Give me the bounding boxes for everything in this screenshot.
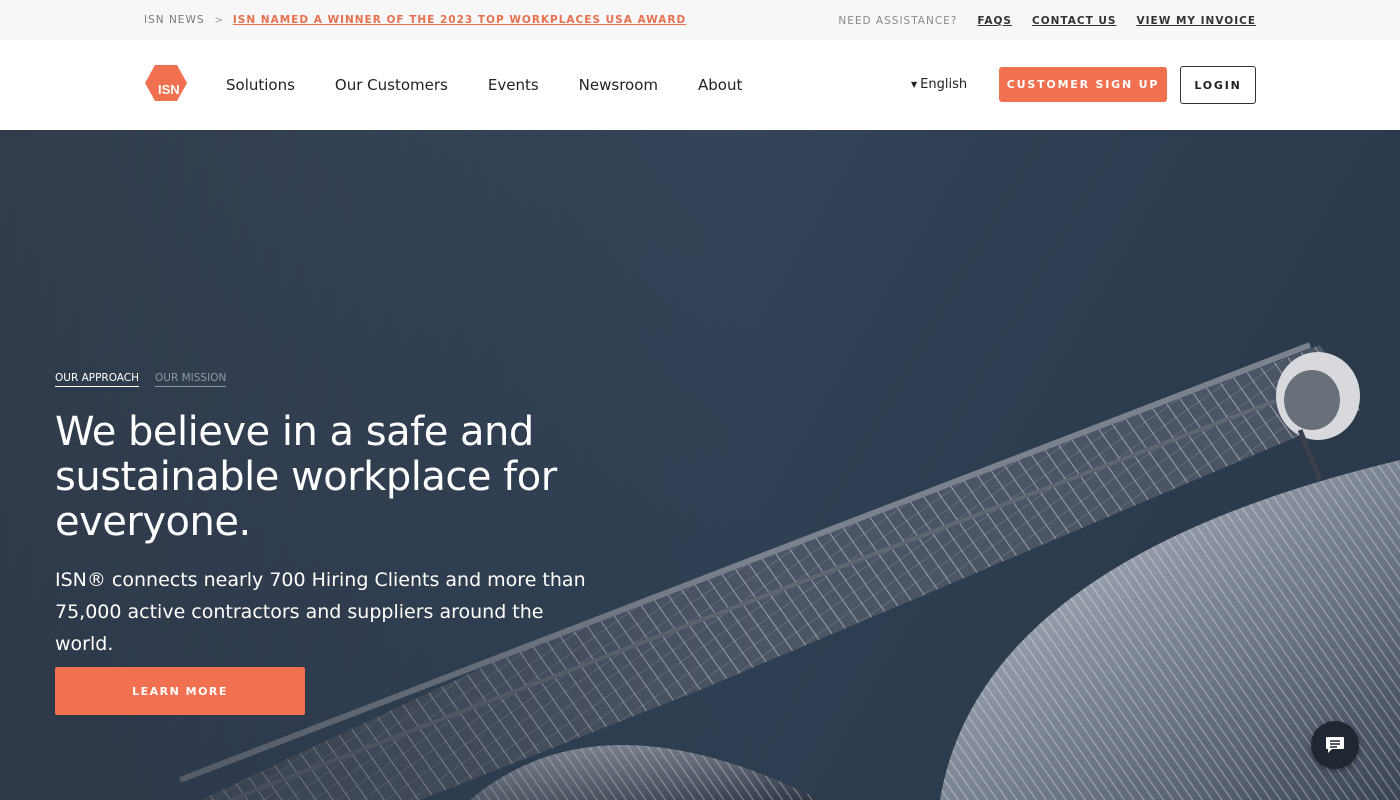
main-nav: ISN Solutions Our Customers Events Newsr… [0, 40, 1400, 130]
nav-item-events[interactable]: Events [488, 76, 539, 94]
chat-launcher-button[interactable] [1311, 721, 1359, 769]
nav-item-about[interactable]: About [698, 76, 742, 94]
news-headline-link[interactable]: ISN NAMED A WINNER OF THE 2023 TOP WORKP… [233, 14, 686, 26]
isn-logo[interactable]: ISN [144, 64, 188, 102]
tab-our-mission[interactable]: OUR MISSION [155, 372, 227, 387]
nav-item-newsroom[interactable]: Newsroom [579, 76, 658, 94]
hero-title: We believe in a safe and sustainable wor… [55, 409, 557, 545]
news-ticker: ISN NEWS > ISN NAMED A WINNER OF THE 202… [144, 14, 686, 26]
need-assistance-label: NEED ASSISTANCE? [838, 15, 958, 27]
news-label: ISN NEWS [144, 14, 205, 26]
tab-our-approach[interactable]: OUR APPROACH [55, 372, 140, 387]
isn-hexagon-logo-icon: ISN [145, 65, 187, 101]
primary-nav-links: Solutions Our Customers Events Newsroom … [226, 76, 742, 94]
utility-links: NEED ASSISTANCE? FAQS CONTACT US VIEW MY… [838, 15, 1256, 27]
hero-subtitle: ISN® connects nearly 700 Hiring Clients … [55, 569, 586, 655]
chat-bubble-icon [1326, 737, 1344, 753]
customer-sign-up-button[interactable]: CUSTOMER SIGN UP [999, 67, 1167, 102]
nav-item-solutions[interactable]: Solutions [226, 76, 295, 94]
logo-text: ISN [158, 82, 180, 97]
news-separator: > [214, 14, 223, 26]
language-label: English [920, 77, 968, 92]
learn-more-button[interactable]: LEARN MORE [55, 667, 305, 715]
nav-item-our-customers[interactable]: Our Customers [335, 76, 448, 94]
hero-section: OUR APPROACH OUR MISSION We believe in a… [0, 130, 1400, 800]
language-selector[interactable]: ▼ English [911, 77, 967, 92]
login-button[interactable]: LOGIN [1180, 66, 1256, 104]
hero-tabs: OUR APPROACH OUR MISSION [55, 372, 227, 387]
view-invoice-link[interactable]: VIEW MY INVOICE [1137, 15, 1257, 27]
caret-down-icon: ▼ [911, 80, 918, 89]
contact-us-link[interactable]: CONTACT US [1032, 15, 1117, 27]
faqs-link[interactable]: FAQS [977, 15, 1012, 27]
utility-bar: ISN NEWS > ISN NAMED A WINNER OF THE 202… [0, 0, 1400, 40]
